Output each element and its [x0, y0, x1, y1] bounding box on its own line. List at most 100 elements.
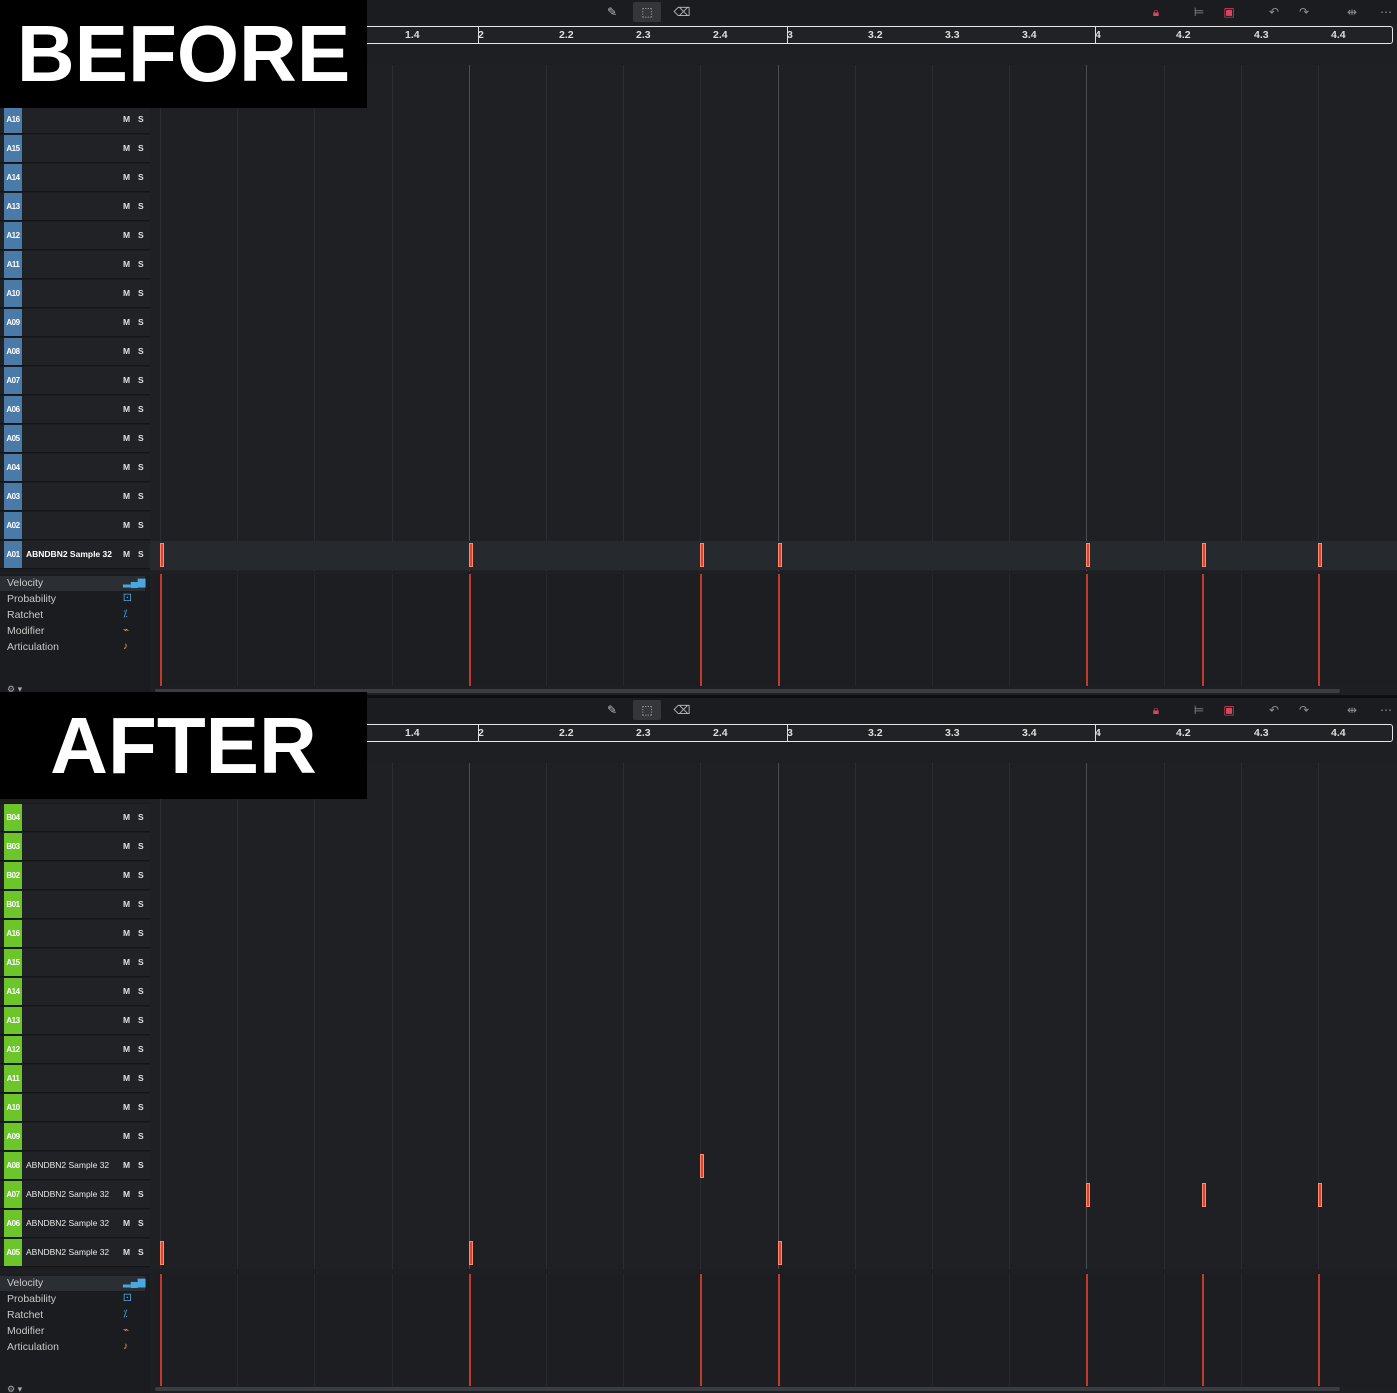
solo-button[interactable]: S [138, 317, 144, 327]
track-pad-id[interactable]: A06 [4, 1210, 22, 1237]
lane-item-ratchet[interactable]: Ratchet ⁒ [0, 608, 145, 623]
note-grid[interactable] [150, 65, 1397, 571]
mute-button[interactable]: M [123, 230, 130, 240]
velocity-bar[interactable] [1202, 574, 1204, 686]
track-row[interactable]: B02 M S [0, 862, 150, 890]
mute-button[interactable]: M [123, 1247, 130, 1257]
velocity-bar[interactable] [778, 1274, 780, 1386]
lane-item-articulation[interactable]: Articulation ♪ [0, 1340, 145, 1355]
note[interactable] [700, 1154, 704, 1178]
solo-button[interactable]: S [138, 288, 144, 298]
track-pad-id[interactable]: A13 [4, 1007, 22, 1034]
track-pad-id[interactable]: A13 [4, 193, 22, 220]
mute-button[interactable]: M [123, 1218, 130, 1228]
mute-button[interactable]: M [123, 986, 130, 996]
solo-button[interactable]: S [138, 1102, 144, 1112]
eraser-icon[interactable]: ⌫ [668, 700, 696, 720]
track-row[interactable]: A10 M S [0, 280, 150, 308]
mute-button[interactable]: M [123, 317, 130, 327]
track-pad-id[interactable]: A14 [4, 978, 22, 1005]
solo-button[interactable]: S [138, 957, 144, 967]
track-row[interactable]: A01 ABNDBN2 Sample 32 M S [0, 541, 150, 569]
more-icon[interactable]: ⋯ [1372, 2, 1397, 22]
track-pad-id[interactable]: A14 [4, 164, 22, 191]
solo-button[interactable]: S [138, 1131, 144, 1141]
track-row[interactable]: A11 M S [0, 251, 150, 279]
solo-button[interactable]: S [138, 462, 144, 472]
track-pad-id[interactable]: A07 [4, 367, 22, 394]
solo-button[interactable]: S [138, 172, 144, 182]
track-row[interactable]: A13 M S [0, 193, 150, 221]
align-icon[interactable]: ⊨ [1185, 2, 1213, 22]
mute-button[interactable]: M [123, 549, 130, 559]
note[interactable] [1318, 543, 1322, 567]
mute-button[interactable]: M [123, 462, 130, 472]
mute-button[interactable]: M [123, 201, 130, 211]
track-row[interactable]: A07 M S [0, 367, 150, 395]
track-pad-id[interactable]: A05 [4, 425, 22, 452]
solo-button[interactable]: S [138, 404, 144, 414]
track-pad-id[interactable]: A10 [4, 1094, 22, 1121]
track-pad-id[interactable]: A12 [4, 1036, 22, 1063]
solo-button[interactable]: S [138, 1160, 144, 1170]
zoom-icon[interactable]: ⇹ [1338, 2, 1366, 22]
velocity-bar[interactable] [469, 1274, 471, 1386]
track-pad-id[interactable]: B04 [4, 804, 22, 831]
note[interactable] [1202, 1183, 1206, 1207]
note[interactable] [1202, 543, 1206, 567]
velocity-bar[interactable] [160, 1274, 162, 1386]
note[interactable] [778, 1241, 782, 1265]
mute-button[interactable]: M [123, 114, 130, 124]
mute-button[interactable]: M [123, 172, 130, 182]
solo-button[interactable]: S [138, 549, 144, 559]
velocity-bar[interactable] [1318, 574, 1320, 686]
track-pad-id[interactable]: A02 [4, 512, 22, 539]
select-icon[interactable]: ⬚ [633, 2, 661, 22]
track-row[interactable]: A03 M S [0, 483, 150, 511]
horizontal-scrollbar[interactable] [155, 1387, 1340, 1391]
eraser-icon[interactable]: ⌫ [668, 2, 696, 22]
note-grid[interactable] [150, 763, 1397, 1269]
mute-button[interactable]: M [123, 288, 130, 298]
track-pad-id[interactable]: A08 [4, 1152, 22, 1179]
note[interactable] [469, 543, 473, 567]
lane-item-modifier[interactable]: Modifier ⌁ [0, 624, 145, 639]
lock-icon[interactable]: 🔒︎ [1142, 700, 1170, 720]
solo-button[interactable]: S [138, 986, 144, 996]
track-pad-id[interactable]: A16 [4, 920, 22, 947]
mute-button[interactable]: M [123, 143, 130, 153]
track-row[interactable]: A16 M S [0, 920, 150, 948]
velocity-bar[interactable] [778, 574, 780, 686]
track-pad-id[interactable]: A06 [4, 396, 22, 423]
settings-icon[interactable]: ⚙ ▾ [7, 1384, 22, 1393]
mute-button[interactable]: M [123, 1015, 130, 1025]
track-pad-id[interactable]: B02 [4, 862, 22, 889]
mute-button[interactable]: M [123, 404, 130, 414]
lane-item-velocity[interactable]: Velocity ▂▄▆ [0, 1276, 145, 1291]
track-row[interactable]: A12 M S [0, 222, 150, 250]
mute-button[interactable]: M [123, 812, 130, 822]
track-row[interactable]: A02 M S [0, 512, 150, 540]
track-row[interactable]: A05 ABNDBN2 Sample 32 M S [0, 1239, 150, 1267]
lane-item-articulation[interactable]: Articulation ♪ [0, 640, 145, 655]
solo-button[interactable]: S [138, 375, 144, 385]
track-pad-id[interactable]: A09 [4, 1123, 22, 1150]
solo-button[interactable]: S [138, 520, 144, 530]
track-row[interactable]: A08 M S [0, 338, 150, 366]
velocity-bar[interactable] [160, 574, 162, 686]
track-row[interactable]: A10 M S [0, 1094, 150, 1122]
undo-icon[interactable]: ↶ [1260, 2, 1288, 22]
track-row[interactable]: A15 M S [0, 135, 150, 163]
velocity-bar[interactable] [700, 574, 702, 686]
note[interactable] [778, 543, 782, 567]
track-row[interactable]: A11 M S [0, 1065, 150, 1093]
track-row[interactable]: B03 M S [0, 833, 150, 861]
mute-button[interactable]: M [123, 1131, 130, 1141]
track-row[interactable]: A04 M S [0, 454, 150, 482]
solo-button[interactable]: S [138, 143, 144, 153]
lock-icon[interactable]: 🔒︎ [1142, 2, 1170, 22]
solo-button[interactable]: S [138, 1073, 144, 1083]
note[interactable] [1086, 1183, 1090, 1207]
track-pad-id[interactable]: A16 [4, 106, 22, 133]
pencil-icon[interactable]: ✎ [598, 700, 626, 720]
